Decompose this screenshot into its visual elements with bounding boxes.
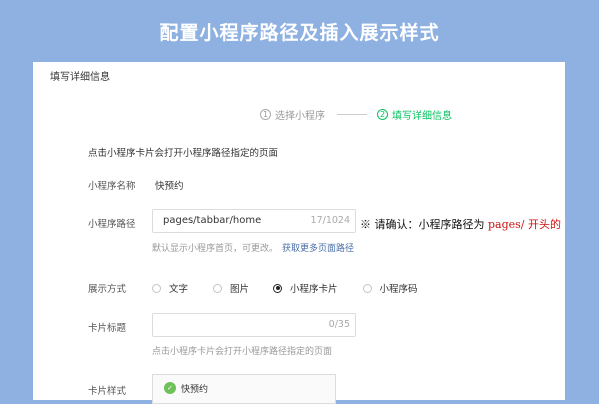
card-title-label: 卡片标题: [88, 323, 127, 334]
detail-panel: 填写详细信息 1 选择小程序 2 填写详细信息 点击小程序卡片会打开小程序路径指…: [33, 62, 565, 404]
more-paths-link[interactable]: 获取更多页面路径: [282, 244, 354, 254]
radio-label: 文字: [169, 284, 189, 295]
card-title-char-count: 0/35: [328, 319, 350, 330]
display-mode-group: 文字 图片 小程序卡片 小程序码: [152, 281, 418, 295]
card-style-label: 卡片样式: [88, 386, 127, 397]
radio-circle-icon: [152, 283, 161, 293]
path-confirm-note: ※ 请确认：小程序路径为 pages/ 开头的: [360, 216, 561, 232]
intro-text: 点击小程序卡片会打开小程序路径指定的页面: [88, 148, 279, 159]
step-indicator: 1 选择小程序 2 填写详细信息: [260, 106, 452, 122]
path-label: 小程序路径: [88, 219, 136, 230]
display-option-image[interactable]: 图片: [213, 281, 249, 295]
radio-circle-icon: [362, 283, 372, 293]
display-option-text[interactable]: 文字: [152, 281, 188, 295]
name-label: 小程序名称: [88, 181, 136, 192]
name-value: 快预约: [155, 181, 184, 192]
path-input[interactable]: pages/tabbar/home 17/1024: [152, 209, 356, 233]
card-title-hint: 点击小程序卡片会打开小程序路径指定的页面: [152, 347, 333, 357]
miniprogram-logo-icon: ✓: [164, 382, 176, 394]
step-fill-details: 2 填写详细信息: [377, 107, 452, 122]
display-mode-label: 展示方式: [88, 284, 127, 295]
path-input-value: pages/tabbar/home: [163, 215, 262, 226]
panel-title: 填写详细信息: [50, 72, 110, 83]
radio-label: 图片: [230, 284, 250, 295]
path-hint-text: 默认显示小程序首页，可更改。: [152, 244, 279, 254]
radio-label: 小程序码: [379, 284, 418, 295]
step-select-miniprogram[interactable]: 1 选择小程序: [260, 107, 325, 122]
step-label: 填写详细信息: [392, 110, 452, 122]
radio-circle-icon: [213, 283, 223, 293]
path-hint: 默认显示小程序首页，可更改。 获取更多页面路径: [152, 241, 354, 254]
card-preview-name: 快预约: [181, 385, 209, 395]
card-title-input[interactable]: 0/35: [152, 313, 356, 337]
step-label: 选择小程序: [275, 110, 325, 122]
step-divider: [337, 113, 367, 115]
path-char-count: 17/1024: [310, 215, 350, 226]
page-banner-title: 配置小程序路径及插入展示样式: [159, 21, 440, 44]
display-option-card[interactable]: 小程序卡片: [273, 281, 338, 295]
radio-label: 小程序卡片: [290, 284, 338, 295]
step-number: 1: [260, 108, 271, 120]
step-number: 2: [377, 108, 388, 120]
display-option-qrcode[interactable]: 小程序码: [362, 281, 418, 295]
radio-selected-icon: [273, 283, 283, 293]
note-text: ※ 请确认：小程序路径为: [360, 218, 488, 231]
note-highlight: pages/ 开头的: [488, 218, 561, 231]
